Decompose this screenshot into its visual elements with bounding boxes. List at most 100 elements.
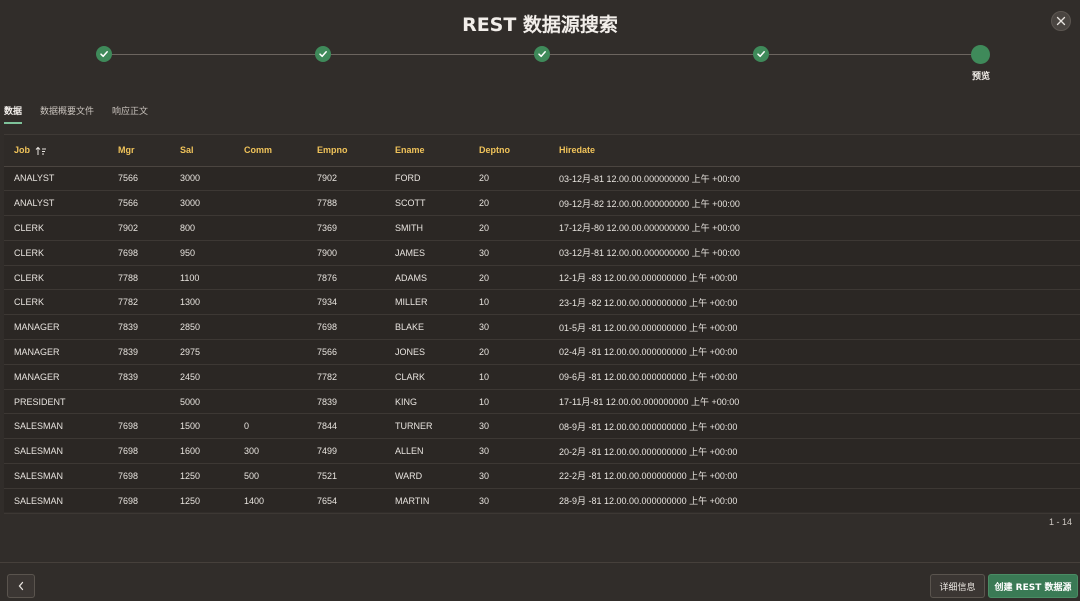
table-cell-mgr: 7902 <box>108 215 170 241</box>
table-cell-ename: TURNER <box>385 413 469 440</box>
table-row[interactable]: SALESMAN 7698 1250 500 7521 WARD 30 22-2月 -81 1… <box>4 463 1080 489</box>
details-button[interactable]: 详细信息 <box>930 574 985 598</box>
table-row[interactable]: MANAGER 7839 2450 7782 CLARK 10 09-6月 -81 12.0… <box>4 364 1080 390</box>
table-row[interactable]: CLERK 7902 800 7369 SMITH 20 17-12月-80 12.00.0… <box>4 215 1080 241</box>
table-row[interactable]: MANAGER 7839 2975 7566 JONES 20 02-4月 -81 12.0… <box>4 339 1080 365</box>
table-cell-hiredate: 08-9月 -81 12.00.00.000000000 上午 +00:00 <box>549 413 1080 440</box>
table-cell-sal: 1600 <box>170 438 234 465</box>
table-cell-job: CLERK <box>4 265 108 291</box>
table-cell-deptno: 20 <box>469 190 549 217</box>
checkmark-icon <box>757 51 765 58</box>
create-rest-data-source-button[interactable]: 创建 REST 数据源 <box>988 574 1078 598</box>
table-cell-mgr: 7839 <box>108 314 170 341</box>
table-cell-ename: KING <box>385 389 469 415</box>
table-cell-sal: 2450 <box>170 364 234 390</box>
tab-data-profile[interactable]: 数据概要文件 <box>40 104 94 124</box>
column-header-deptno[interactable]: Deptno <box>469 135 549 167</box>
table-cell-empno: 7934 <box>307 289 385 316</box>
table-cell-sal: 2975 <box>170 339 234 365</box>
back-button[interactable] <box>7 574 35 598</box>
table-cell-ename: ADAMS <box>385 265 469 291</box>
table-cell-empno: 7902 <box>307 166 385 192</box>
column-header-comm[interactable]: Comm <box>234 135 307 167</box>
table-cell-comm: 1400 <box>234 488 307 514</box>
table-header-row: Job Mgr Sal Comm Empno Ename Deptno Hire… <box>4 135 1080 167</box>
table-row[interactable]: CLERK 7782 1300 7934 MILLER 10 23-1月 -82 12.00… <box>4 289 1080 316</box>
table-cell-hiredate: 20-2月 -81 12.00.00.000000000 上午 +00:00 <box>549 438 1080 465</box>
table-cell-sal: 1100 <box>170 265 234 291</box>
table-cell-ename: BLAKE <box>385 314 469 341</box>
tab-bar: 数据 数据概要文件 响应正文 <box>4 104 148 124</box>
table-row[interactable]: CLERK 7698 950 7900 JAMES 30 03-12月-81 12.00.0… <box>4 240 1080 266</box>
table-row[interactable]: SALESMAN 7698 1600 300 7499 ALLEN 30 20-2月 -81 … <box>4 438 1080 465</box>
table-cell-deptno: 30 <box>469 240 549 266</box>
table-cell-job: ANALYST <box>4 166 108 192</box>
column-header-ename[interactable]: Ename <box>385 135 469 167</box>
wizard-step-2[interactable] <box>315 46 331 62</box>
table-cell-job: PRESIDENT <box>4 389 108 415</box>
table-cell-comm <box>234 166 307 192</box>
wizard-step-5-current <box>971 45 990 64</box>
table-cell-comm: 0 <box>234 413 307 440</box>
table-cell-ename: JAMES <box>385 240 469 266</box>
table-row[interactable]: SALESMAN 7698 1250 1400 7654 MARTIN 30 28-9月 -8… <box>4 488 1080 514</box>
tab-response-body[interactable]: 响应正文 <box>112 104 148 124</box>
table-cell-sal: 3000 <box>170 166 234 192</box>
footer-divider <box>0 562 1080 563</box>
table-cell-job: CLERK <box>4 215 108 241</box>
table-row[interactable]: SALESMAN 7698 1500 0 7844 TURNER 30 08-9月 -81 1… <box>4 413 1080 440</box>
table-cell-job: ANALYST <box>4 190 108 217</box>
table-cell-empno: 7499 <box>307 438 385 465</box>
table-cell-hiredate: 02-4月 -81 12.00.00.000000000 上午 +00:00 <box>549 339 1080 365</box>
table-row[interactable]: ANALYST 7566 3000 7902 FORD 20 03-12月-81 12.00… <box>4 166 1080 192</box>
table-cell-hiredate: 03-12月-81 12.00.00.000000000 上午 +00:00 <box>549 166 1080 192</box>
table-cell-sal: 1250 <box>170 463 234 489</box>
table-cell-deptno: 30 <box>469 413 549 440</box>
column-header-job[interactable]: Job <box>4 135 108 167</box>
table-cell-deptno: 20 <box>469 166 549 192</box>
table-cell-empno: 7839 <box>307 389 385 415</box>
close-button[interactable] <box>1051 11 1071 31</box>
column-header-label: Job <box>14 144 31 155</box>
table-cell-comm <box>234 190 307 217</box>
column-header-hiredate[interactable]: Hiredate <box>549 135 1080 167</box>
table-cell-mgr: 7698 <box>108 438 170 465</box>
table-cell-empno: 7654 <box>307 488 385 514</box>
table-cell-empno: 7788 <box>307 190 385 217</box>
table-cell-sal: 5000 <box>170 389 234 415</box>
close-icon <box>1056 16 1066 26</box>
table-cell-mgr: 7782 <box>108 289 170 316</box>
sort-ascending-icon[interactable] <box>35 146 49 156</box>
table-cell-hiredate: 12-1月 -83 12.00.00.000000000 上午 +00:00 <box>549 265 1080 291</box>
column-header-empno[interactable]: Empno <box>307 135 385 167</box>
checkmark-icon <box>319 51 327 58</box>
data-grid: Job Mgr Sal Comm Empno Ename Deptno Hire… <box>4 134 1080 514</box>
column-header-sal[interactable]: Sal <box>170 135 234 167</box>
rest-data-source-dialog: REST 数据源搜索 预览 数据 数据概要文件 响应正文 Job Mgr Sal… <box>0 0 1080 601</box>
table-cell-mgr: 7566 <box>108 190 170 217</box>
table-cell-mgr: 7839 <box>108 364 170 390</box>
table-cell-hiredate: 22-2月 -81 12.00.00.000000000 上午 +00:00 <box>549 463 1080 489</box>
wizard-step-3[interactable] <box>534 46 550 62</box>
table-cell-empno: 7900 <box>307 240 385 266</box>
table-cell-ename: JONES <box>385 339 469 365</box>
chevron-left-icon <box>18 581 24 591</box>
table-cell-comm <box>234 364 307 390</box>
wizard-step-4[interactable] <box>753 46 769 62</box>
table-cell-hiredate: 09-6月 -81 12.00.00.000000000 上午 +00:00 <box>549 364 1080 390</box>
table-cell-comm: 300 <box>234 438 307 465</box>
table-cell-sal: 2850 <box>170 314 234 341</box>
table-cell-hiredate: 17-12月-80 12.00.00.000000000 上午 +00:00 <box>549 215 1080 241</box>
table-cell-mgr: 7698 <box>108 413 170 440</box>
table-cell-job: CLERK <box>4 289 108 316</box>
table-cell-hiredate: 03-12月-81 12.00.00.000000000 上午 +00:00 <box>549 240 1080 266</box>
tab-data[interactable]: 数据 <box>4 104 23 124</box>
wizard-step-1[interactable] <box>96 46 112 62</box>
table-row[interactable]: ANALYST 7566 3000 7788 SCOTT 20 09-12月-82 12.0… <box>4 190 1080 217</box>
pagination-range: 1 - 14 <box>1048 517 1072 527</box>
table-cell-comm: 500 <box>234 463 307 489</box>
column-header-mgr[interactable]: Mgr <box>108 135 170 167</box>
table-row[interactable]: MANAGER 7839 2850 7698 BLAKE 30 01-5月 -81 12.0… <box>4 314 1080 341</box>
table-row[interactable]: CLERK 7788 1100 7876 ADAMS 20 12-1月 -83 12.00.… <box>4 265 1080 291</box>
table-row[interactable]: PRESIDENT 5000 7839 KING 10 17-11月-81 12.00.0… <box>4 389 1080 415</box>
